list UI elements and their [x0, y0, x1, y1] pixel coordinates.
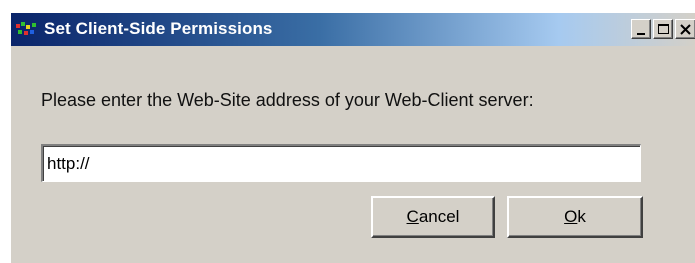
cancel-button[interactable]: Cancel [371, 196, 495, 238]
dialog-window: Set Client-Side Permissions Please enter… [10, 12, 695, 263]
title-bar[interactable]: Set Client-Side Permissions [11, 13, 695, 46]
app-icon [16, 22, 38, 38]
prompt-label: Please enter the Web-Site address of you… [41, 90, 534, 110]
close-icon [680, 24, 691, 35]
minimize-button[interactable] [631, 19, 651, 39]
maximize-icon [658, 24, 669, 34]
server-url-input[interactable] [41, 144, 641, 182]
ok-button-label: Ok [564, 207, 586, 226]
maximize-button[interactable] [653, 19, 673, 39]
window-title: Set Client-Side Permissions [44, 19, 273, 38]
ok-button[interactable]: Ok [507, 196, 643, 238]
minimize-icon [637, 33, 645, 35]
close-button[interactable] [675, 19, 695, 39]
cancel-button-label: Cancel [406, 207, 460, 226]
